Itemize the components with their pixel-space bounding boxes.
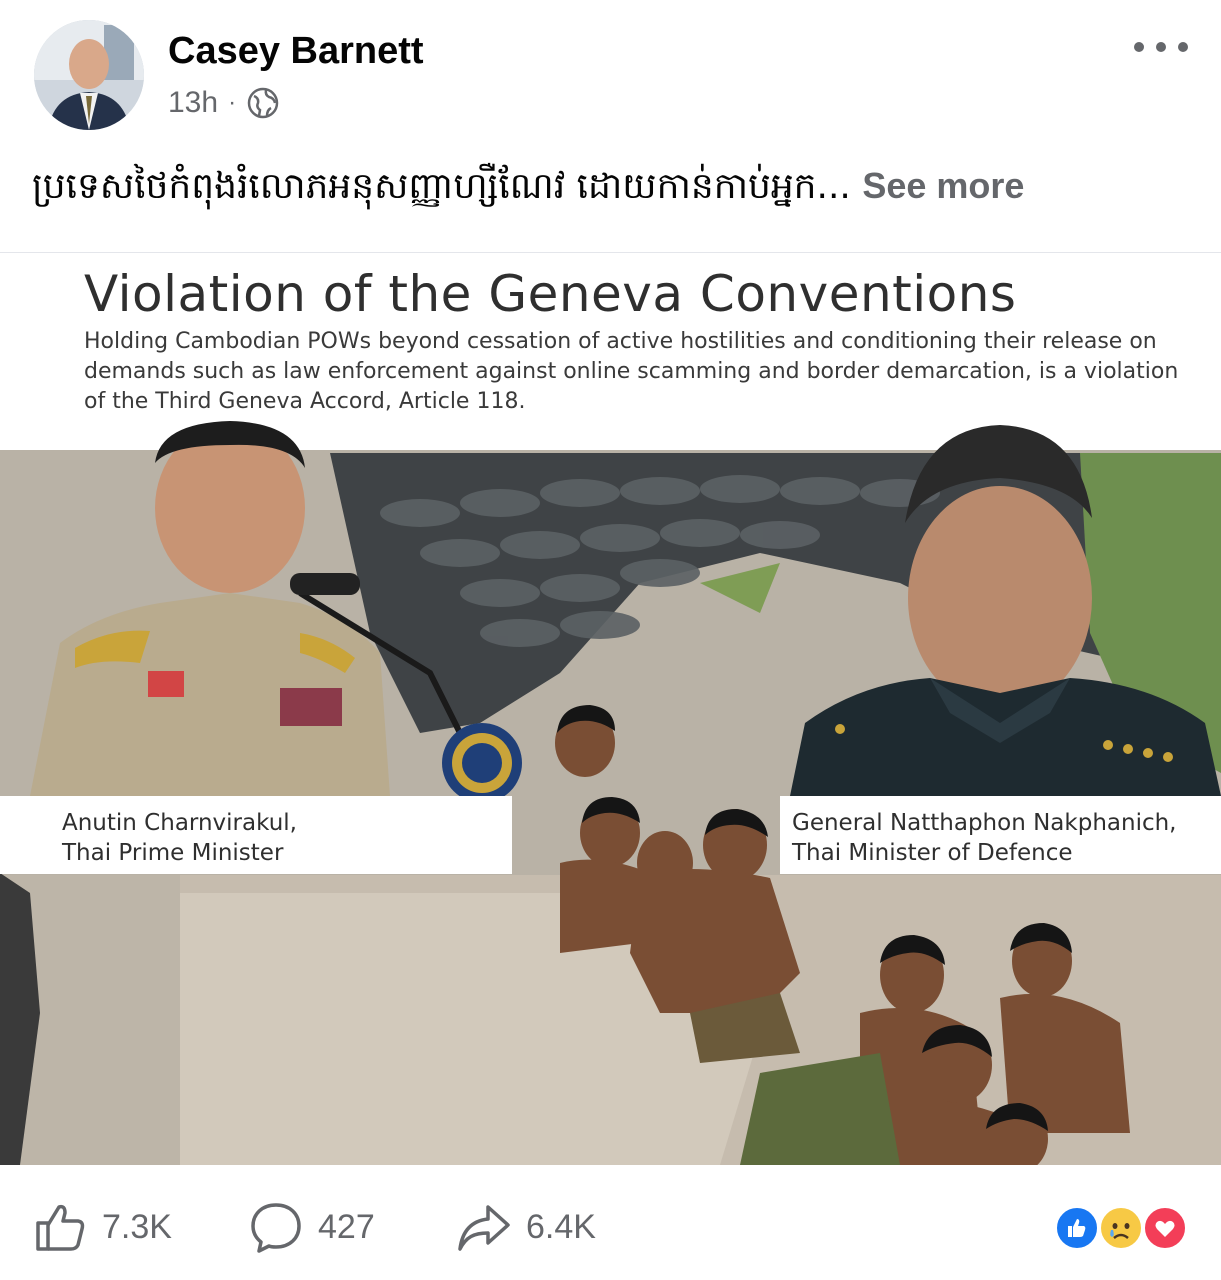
post-image[interactable]: Violation of the Geneva Conventions Hold… bbox=[0, 253, 1221, 1165]
sad-reaction-icon bbox=[1098, 1205, 1144, 1251]
share-icon bbox=[458, 1205, 510, 1251]
dot-icon bbox=[1156, 42, 1166, 52]
dot-icon bbox=[1178, 42, 1188, 52]
comment-button[interactable]: 427 bbox=[248, 1199, 375, 1255]
post-meta: 13h · bbox=[168, 85, 280, 121]
more-options-button[interactable] bbox=[1134, 30, 1188, 64]
comment-count: 427 bbox=[318, 1207, 375, 1246]
comment-icon bbox=[251, 1203, 301, 1253]
author-avatar[interactable] bbox=[34, 20, 144, 130]
see-more-link[interactable]: See more bbox=[862, 165, 1024, 206]
post-time[interactable]: 13h bbox=[168, 86, 218, 120]
author-name[interactable]: Casey Barnett bbox=[168, 30, 424, 73]
post-body: ប្រទេសថៃកំពុងរំលោភអនុសញ្ញាហ្សឺណែវ ដោយកាន… bbox=[32, 166, 851, 207]
caption-role: Thai Prime Minister bbox=[62, 840, 284, 866]
avatar-photo bbox=[34, 20, 144, 130]
like-button[interactable]: 7.3K bbox=[32, 1199, 172, 1255]
post-text: ប្រទេសថៃកំពុងរំលោភអនុសញ្ញាហ្សឺណែវ ដោយកាន… bbox=[32, 160, 1192, 213]
share-button[interactable]: 6.4K bbox=[456, 1199, 596, 1255]
love-reaction-icon bbox=[1142, 1205, 1188, 1251]
reaction-summary[interactable] bbox=[1054, 1205, 1190, 1251]
caption-name: General Natthaphon Nakphanich, bbox=[792, 810, 1177, 836]
action-bar: 7.3K 427 6.4K bbox=[0, 1165, 1221, 1280]
caption-defence-minister: General Natthaphon Nakphanich, Thai Mini… bbox=[780, 796, 1221, 874]
dot-icon bbox=[1134, 42, 1144, 52]
globe-icon bbox=[247, 87, 279, 119]
post-header: Casey Barnett 13h · bbox=[0, 0, 1221, 140]
image-subtitle: Holding Cambodian POWs beyond cessation … bbox=[84, 329, 1179, 414]
caption-prime-minister: Anutin Charnvirakul, Thai Prime Minister bbox=[0, 796, 512, 874]
share-count: 6.4K bbox=[526, 1207, 596, 1246]
like-count: 7.3K bbox=[102, 1207, 172, 1246]
caption-name: Anutin Charnvirakul, bbox=[62, 810, 297, 836]
like-reaction-icon bbox=[1054, 1205, 1100, 1251]
image-title: Violation of the Geneva Conventions bbox=[84, 265, 1017, 323]
meta-separator: · bbox=[228, 89, 237, 116]
thumbs-up-icon bbox=[36, 1204, 85, 1251]
caption-role: Thai Minister of Defence bbox=[792, 840, 1073, 866]
